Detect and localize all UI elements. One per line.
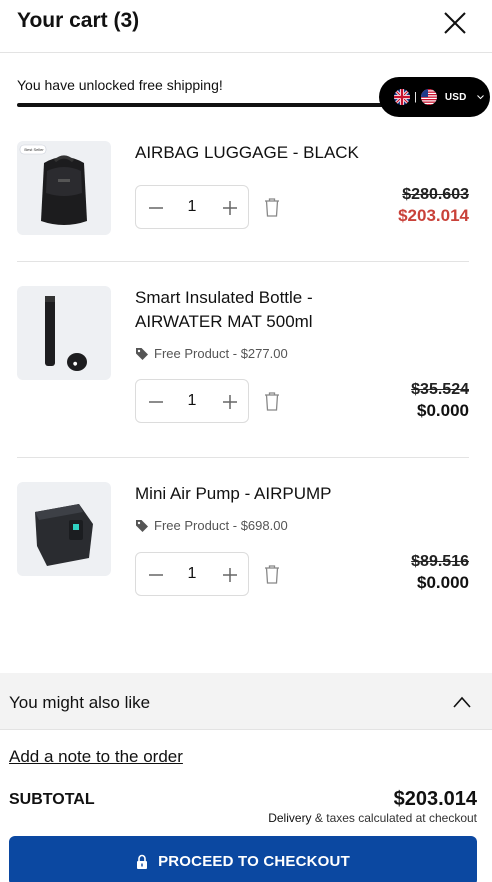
minus-icon[interactable] xyxy=(146,565,166,585)
current-price: $0.000 xyxy=(417,401,469,420)
tag-icon xyxy=(136,519,148,532)
quantity-value[interactable]: 1 xyxy=(180,198,204,216)
cart-header: Your cart (3) xyxy=(0,0,492,53)
plus-icon[interactable] xyxy=(220,198,240,218)
product-name[interactable]: Smart Insulated Bottle - AIRWATER MAT 50… xyxy=(135,286,375,334)
free-product-label: Free Product - $277.00 xyxy=(154,346,288,361)
subtotal-label: SUBTOTAL xyxy=(9,791,95,808)
product-name[interactable]: Mini Air Pump - AIRPUMP xyxy=(135,482,375,506)
minus-icon[interactable] xyxy=(146,392,166,412)
currency-code: USD xyxy=(444,91,467,103)
close-icon[interactable] xyxy=(442,10,468,36)
original-price: $35.524 xyxy=(411,381,469,398)
quantity-stepper: 1 xyxy=(135,379,249,423)
currency-selector[interactable]: | USD xyxy=(379,77,490,117)
also-like-label: You might also like xyxy=(9,693,151,712)
backpack-image xyxy=(19,144,87,225)
product-name[interactable]: AIRBAG LUGGAGE - BLACK xyxy=(135,141,375,165)
free-shipping-message: You have unlocked free shipping! xyxy=(17,77,223,93)
minus-icon[interactable] xyxy=(146,198,166,218)
best-seller-badge: Best Seller xyxy=(24,147,44,152)
delivery-text: Delivery xyxy=(268,811,312,825)
uk-flag-icon xyxy=(394,89,410,105)
chevron-up-icon[interactable] xyxy=(452,695,472,709)
quantity-stepper: 1 xyxy=(135,552,249,596)
original-price: $280.603 xyxy=(402,186,469,203)
free-product-tag: Free Product - $698.00 xyxy=(135,518,288,533)
cart-item: Best Seller AIRBAG LUGGAGE - BLACK 1 $28… xyxy=(17,141,469,241)
free-shipping-progress-bar xyxy=(17,103,399,107)
tag-icon xyxy=(136,347,148,360)
trash-icon[interactable] xyxy=(263,564,281,584)
trash-icon[interactable] xyxy=(263,197,281,217)
trash-icon[interactable] xyxy=(263,391,281,411)
quantity-stepper: 1 xyxy=(135,185,249,229)
item-divider xyxy=(17,457,469,458)
quantity-value[interactable]: 1 xyxy=(180,392,204,410)
chevron-down-icon xyxy=(476,94,484,99)
svg-text:●: ● xyxy=(73,361,78,367)
lock-icon xyxy=(137,854,148,869)
cart-title: Your cart (3) xyxy=(17,9,140,32)
tax-note: Delivery & taxes calculated at checkout xyxy=(268,811,477,825)
plus-icon[interactable] xyxy=(220,565,240,585)
original-price: $89.516 xyxy=(411,553,469,570)
current-price: $0.000 xyxy=(417,573,469,592)
currency-separator: | xyxy=(414,91,417,103)
cart-item: Mini Air Pump - AIRPUMP Free Product - $… xyxy=(17,482,469,602)
free-product-tag: Free Product - $277.00 xyxy=(135,346,288,361)
bottle-image: ● xyxy=(45,296,87,371)
add-note-link[interactable]: Add a note to the order xyxy=(9,747,183,767)
quantity-value[interactable]: 1 xyxy=(180,565,204,583)
plus-icon[interactable] xyxy=(220,392,240,412)
us-flag-icon xyxy=(420,89,437,105)
free-product-label: Free Product - $698.00 xyxy=(154,518,288,533)
product-image-mini-air-pump[interactable] xyxy=(17,482,111,576)
tax-text: & taxes calculated at checkout xyxy=(314,811,477,825)
air-pump-image xyxy=(35,504,93,566)
item-divider xyxy=(17,261,469,262)
also-like-section[interactable]: You might also like xyxy=(0,673,492,730)
cart-item: ● Smart Insulated Bottle - AIRWATER MAT … xyxy=(17,286,469,436)
current-price: $203.014 xyxy=(398,206,469,225)
subtotal-value: $203.014 xyxy=(393,788,477,810)
proceed-to-checkout-button[interactable]: PROCEED TO CHECKOUT xyxy=(9,836,477,882)
checkout-label: PROCEED TO CHECKOUT xyxy=(158,852,350,870)
product-image-airbag-luggage[interactable]: Best Seller xyxy=(17,141,111,235)
product-image-smart-bottle[interactable]: ● xyxy=(17,286,111,380)
